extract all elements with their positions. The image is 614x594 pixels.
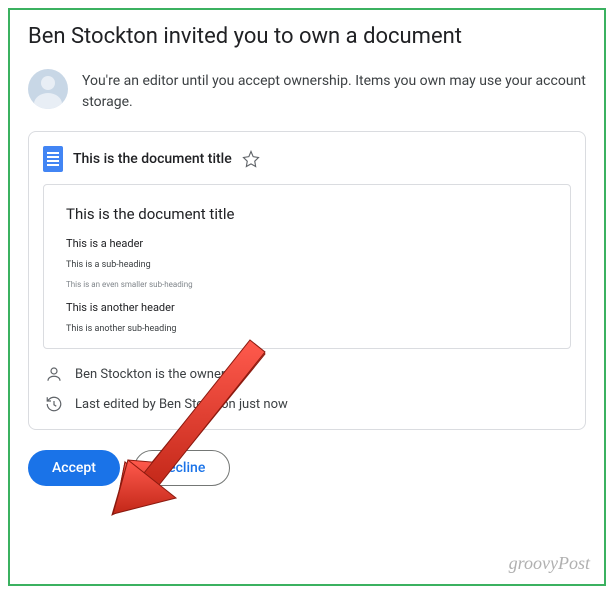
history-icon — [45, 395, 63, 413]
accept-button[interactable]: Accept — [28, 450, 120, 486]
document-header: This is the document title — [43, 146, 571, 172]
preview-title: This is the document title — [66, 205, 548, 223]
decline-button[interactable]: Decline — [134, 450, 230, 486]
edited-row: Last edited by Ben Stockton just now — [43, 389, 571, 419]
person-icon — [45, 365, 63, 383]
star-icon[interactable] — [242, 150, 260, 168]
edited-text: Last edited by Ben Stockton just now — [75, 397, 288, 412]
docs-icon — [43, 146, 63, 172]
button-row: Accept Decline — [28, 450, 586, 486]
document-title: This is the document title — [73, 151, 232, 167]
preview-subheading: This is another sub-heading — [66, 324, 548, 334]
document-card: This is the document title This is the d… — [28, 131, 586, 430]
preview-subheading: This is a sub-heading — [66, 260, 548, 270]
page-title: Ben Stockton invited you to own a docume… — [28, 24, 586, 49]
preview-header: This is another header — [66, 301, 548, 314]
owner-row: Ben Stockton is the owner — [43, 359, 571, 389]
document-preview: This is the document title This is a hea… — [43, 184, 571, 349]
avatar — [28, 69, 68, 109]
info-text: You're an editor until you accept owners… — [82, 69, 586, 113]
info-row: You're an editor until you accept owners… — [28, 69, 586, 113]
preview-subheading-small: This is an even smaller sub-heading — [66, 280, 548, 289]
watermark: groovyPost — [509, 553, 590, 574]
preview-header: This is a header — [66, 237, 548, 250]
owner-text: Ben Stockton is the owner — [75, 367, 225, 382]
